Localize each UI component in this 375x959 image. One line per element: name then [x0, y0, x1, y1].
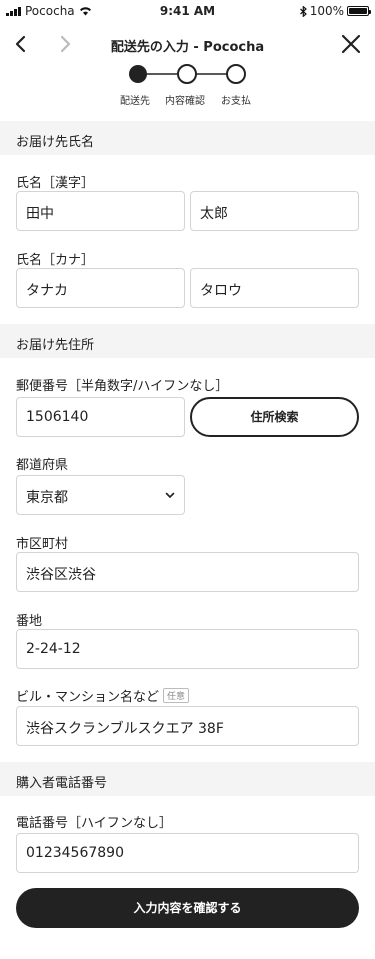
building-label: ビル・マンション名など	[16, 690, 160, 705]
last-name-kanji-input[interactable]: 田中	[16, 191, 185, 231]
section-header-address: お届け先住所	[0, 324, 375, 358]
first-name-kana-input[interactable]: タロウ	[190, 268, 359, 308]
battery-percent: 100%	[309, 4, 344, 18]
postal-code-label: 郵便番号［半角数字/ハイフンなし］	[16, 379, 229, 394]
section-header-recipient-name: お届け先氏名	[0, 121, 375, 155]
optional-badge: 任意	[163, 688, 190, 703]
city-label: 市区町村	[16, 537, 69, 552]
step-label-confirm: 内容確認	[165, 96, 205, 107]
building-label-row: ビル・マンション名など 任意	[16, 686, 190, 705]
street-input[interactable]: 2-24-12	[16, 629, 359, 669]
last-name-kana-input[interactable]: タナカ	[16, 268, 185, 308]
navigation-bar: 配送先の入力 - Pococha	[0, 24, 375, 64]
prefecture-label: 都道府県	[16, 458, 69, 473]
battery-icon	[347, 6, 371, 16]
phone-label: 電話番号［ハイフンなし］	[16, 816, 173, 831]
prefecture-select[interactable]: 東京都	[16, 475, 185, 515]
building-input[interactable]: 渋谷スクランブルスクエア 38F	[16, 706, 359, 746]
phone-input[interactable]: 01234567890	[16, 833, 359, 873]
section-header-phone: 購入者電話番号	[0, 762, 375, 796]
status-bar: Pococha 9:41 AM 100%	[0, 0, 375, 22]
address-search-button[interactable]: 住所検索	[190, 397, 359, 437]
step-label-payment: お支払	[221, 96, 251, 107]
chevron-left-icon	[15, 35, 26, 53]
prefecture-value: 東京都	[26, 490, 68, 506]
step-3-dot	[226, 64, 246, 84]
page-title: 配送先の入力 - Pococha	[110, 40, 265, 55]
confirm-input-button[interactable]: 入力内容を確認する	[16, 888, 359, 928]
status-right: 100%	[299, 4, 371, 18]
close-button[interactable]	[337, 28, 365, 60]
step-2-dot	[177, 64, 197, 84]
progress-stepper: 配送先 内容確認 お支払	[0, 62, 375, 108]
city-input[interactable]: 渋谷区渋谷	[16, 552, 359, 592]
first-name-kanji-input[interactable]: 太郎	[190, 191, 359, 231]
postal-code-input[interactable]: 1506140	[16, 397, 185, 437]
name-kana-label: 氏名［カナ］	[16, 253, 95, 268]
name-kanji-label: 氏名［漢字］	[16, 176, 95, 191]
bluetooth-icon	[299, 5, 307, 17]
step-label-shipping: 配送先	[120, 96, 150, 107]
step-1-dot	[129, 65, 147, 83]
back-button[interactable]	[8, 28, 36, 60]
close-icon	[341, 34, 361, 54]
chevron-down-icon	[165, 492, 175, 498]
chevron-right-icon	[60, 35, 71, 53]
street-label: 番地	[16, 614, 43, 629]
forward-button[interactable]	[52, 28, 80, 60]
